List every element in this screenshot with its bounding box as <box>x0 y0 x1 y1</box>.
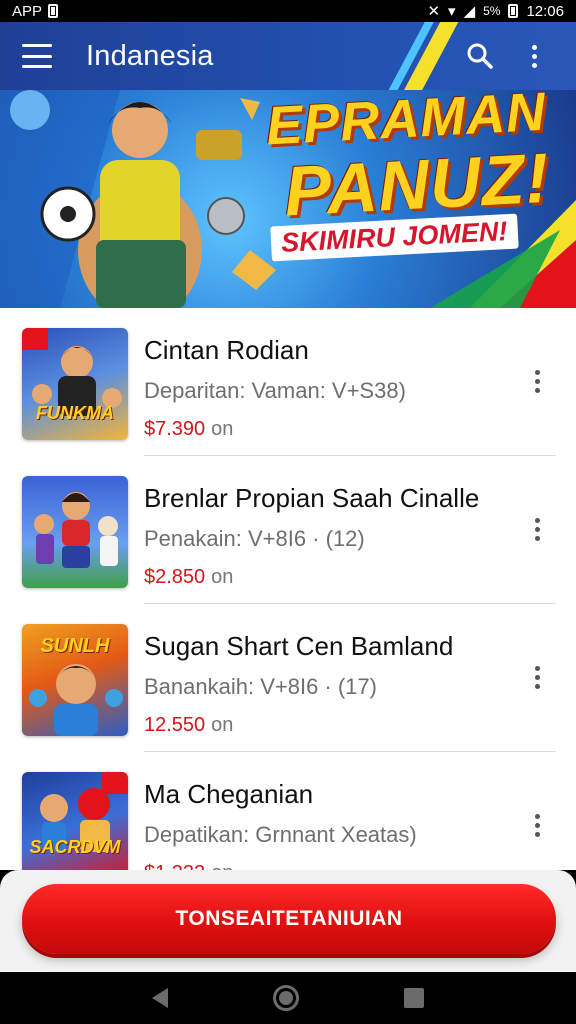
game-thumbnail: SACRDVM <box>22 772 128 870</box>
item-title: Brenlar Propian Saah Cinalle <box>144 483 480 513</box>
price-unit: on <box>211 862 233 870</box>
system-nav-bar <box>0 972 576 1024</box>
price-unit: on <box>211 565 234 588</box>
more-vert-icon[interactable] <box>535 518 540 541</box>
price-unit: on <box>211 713 234 736</box>
price-amount: $1.333 <box>144 862 205 870</box>
price-unit: on <box>211 417 234 440</box>
thumb-title: SUNLH <box>40 635 110 657</box>
bottom-action-bar: TONSEAITETANIUIAN <box>0 870 576 972</box>
item-title: Sugan Shart Cen Bamland <box>144 631 454 661</box>
status-app-label: APP <box>12 2 43 20</box>
banner-title: EPRAMAN PANUZ! <box>264 90 552 231</box>
signal-text: 5% <box>483 4 501 18</box>
list-item[interactable]: Brenlar Propian Saah Cinalle Penakain: V… <box>0 456 576 604</box>
promo-banner[interactable]: EPRAMAN PANUZ! SKIMIRU JOMEN! <box>0 90 576 308</box>
item-title: Cintan Rodian <box>144 335 309 365</box>
thumb-badge <box>22 328 48 350</box>
item-subtitle: Depatikan: Grnnant Xeatas) <box>144 821 417 847</box>
item-price: $1.333 on <box>144 862 558 870</box>
more-vert-icon[interactable] <box>535 666 540 689</box>
price-amount: $2.850 <box>144 565 206 588</box>
sd-card-icon <box>48 4 59 18</box>
app-bar: Indanesia <box>0 22 576 90</box>
thumb-badge <box>102 772 128 794</box>
item-subtitle: Banankaih: V+8I6 · (17) <box>144 673 377 699</box>
item-price: 12.550 on <box>144 714 558 737</box>
item-subtitle: Deparitan: Vaman: V+S38) <box>144 377 406 403</box>
wifi-icon: ▾ <box>448 3 456 20</box>
search-icon[interactable] <box>460 36 500 76</box>
thumb-title: SACRDVM <box>29 837 121 857</box>
game-list: FUNKMA Cintan Rodian Deparitan: Vaman: V… <box>0 308 576 870</box>
more-vert-icon[interactable] <box>535 814 540 837</box>
battery-icon <box>508 4 519 18</box>
item-title: Ma Cheganian <box>144 779 314 809</box>
recent-apps-icon[interactable] <box>403 988 424 1008</box>
home-icon[interactable] <box>272 985 299 1011</box>
more-vert-icon[interactable] <box>514 36 554 76</box>
mute-icon: ✕ <box>427 3 441 20</box>
more-vert-icon[interactable] <box>535 370 540 393</box>
thumb-title: FUNKMA <box>36 403 114 423</box>
price-amount: $7.390 <box>144 417 206 440</box>
signal-icon: ◢ <box>463 3 476 20</box>
back-icon[interactable] <box>152 988 169 1008</box>
list-item[interactable]: SUNLH Sugan Shart Cen Bamland Banankaih:… <box>0 604 576 752</box>
app-title: Indanesia <box>86 39 214 72</box>
status-bar: APP ✕ ▾ ◢ 5% 12:06 <box>0 0 576 22</box>
game-thumbnail <box>22 476 128 588</box>
game-thumbnail: FUNKMA <box>22 328 128 440</box>
list-item[interactable]: SACRDVM Ma Cheganian Depatikan: Grnnant … <box>0 752 576 870</box>
list-item[interactable]: FUNKMA Cintan Rodian Deparitan: Vaman: V… <box>0 308 576 456</box>
item-price: $7.390 on <box>144 418 558 441</box>
item-price: $2.850 on <box>144 566 558 589</box>
item-subtitle: Penakain: V+8I6 · (12) <box>144 525 365 551</box>
menu-icon[interactable] <box>22 44 52 68</box>
clock: 12:06 <box>526 2 564 20</box>
game-thumbnail: SUNLH <box>22 624 128 736</box>
primary-action-button[interactable]: TONSEAITETANIUIAN <box>22 884 556 954</box>
price-amount: 12.550 <box>144 713 206 736</box>
